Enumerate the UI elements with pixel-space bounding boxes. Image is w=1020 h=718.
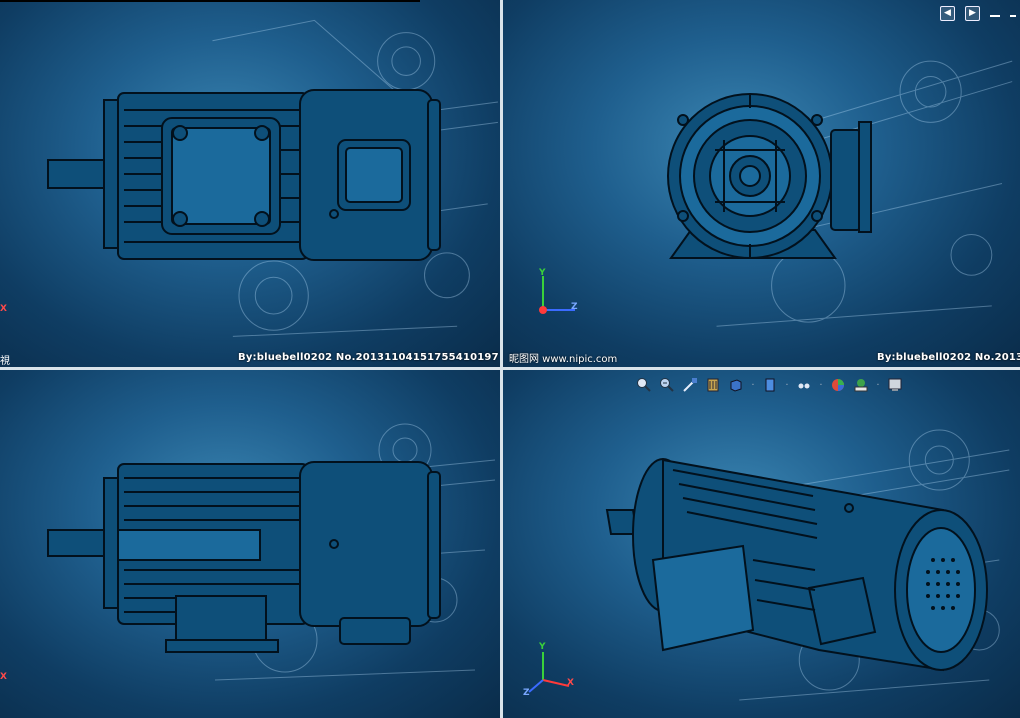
hide-show-icon[interactable] [795, 376, 813, 394]
viewport-front[interactable]: X 視 By:bluebell0202 No.20131104151755410… [0, 0, 500, 367]
rotate-icon[interactable] [681, 376, 699, 394]
axis-x-marker: X [0, 672, 7, 682]
edit-appearance-icon[interactable] [829, 376, 847, 394]
site-label: 昵图网 www.nipic.com [509, 354, 618, 365]
view-orientation-icon[interactable] [727, 376, 745, 394]
previous-view-button[interactable]: ◀ [940, 6, 955, 21]
axis-triad [528, 652, 570, 693]
zoom-in-out-icon[interactable] [658, 376, 676, 394]
axis-z-label: Z [523, 688, 530, 698]
view-label: 視 [0, 356, 10, 367]
motor-front-view [47, 89, 441, 261]
minimize-button[interactable] [990, 15, 1000, 17]
axis-x-label: X [567, 678, 574, 688]
heads-up-view-toolbar: · · · · [635, 376, 904, 394]
motor-isometric-view [605, 458, 988, 672]
watermark-text: By:bluebell0202 No.20131104151755410197 [238, 352, 499, 363]
toolbar-separator: · [785, 379, 789, 391]
next-view-button[interactable]: ▶ [965, 6, 980, 21]
apply-scene-icon[interactable] [852, 376, 870, 394]
viewport-horizontal-splitter[interactable] [0, 367, 1020, 370]
toolbar-separator: · [751, 379, 755, 391]
motor-top-view [47, 461, 441, 653]
axis-y-label: Y [539, 268, 546, 278]
section-view-icon[interactable] [704, 376, 722, 394]
axis-y-label: Y [539, 642, 546, 652]
display-style-icon[interactable] [761, 376, 779, 394]
viewport-vertical-splitter[interactable] [500, 0, 503, 718]
toolbar-separator: · [819, 379, 823, 391]
viewport-top[interactable]: X [0, 370, 500, 718]
viewport-right[interactable]: Y Z 昵图网 www.nipic.com By:bluebell0202 No… [503, 0, 1020, 367]
viewport-grid: X 視 By:bluebell0202 No.20131104151755410… [0, 0, 1020, 718]
axis-x-marker: X [0, 304, 7, 314]
zoom-to-fit-icon[interactable] [635, 376, 653, 394]
view-settings-icon[interactable] [886, 376, 904, 394]
maximize-button[interactable] [1010, 15, 1016, 17]
pane-window-controls: ◀ ▶ [940, 6, 1016, 21]
viewport-isometric[interactable]: · · · · Y X Z [503, 370, 1020, 718]
toolbar-separator: · [876, 379, 880, 391]
axis-z-label: Z [571, 302, 578, 312]
watermark-text: By:bluebell0202 No.2013110415175 [877, 352, 1020, 363]
